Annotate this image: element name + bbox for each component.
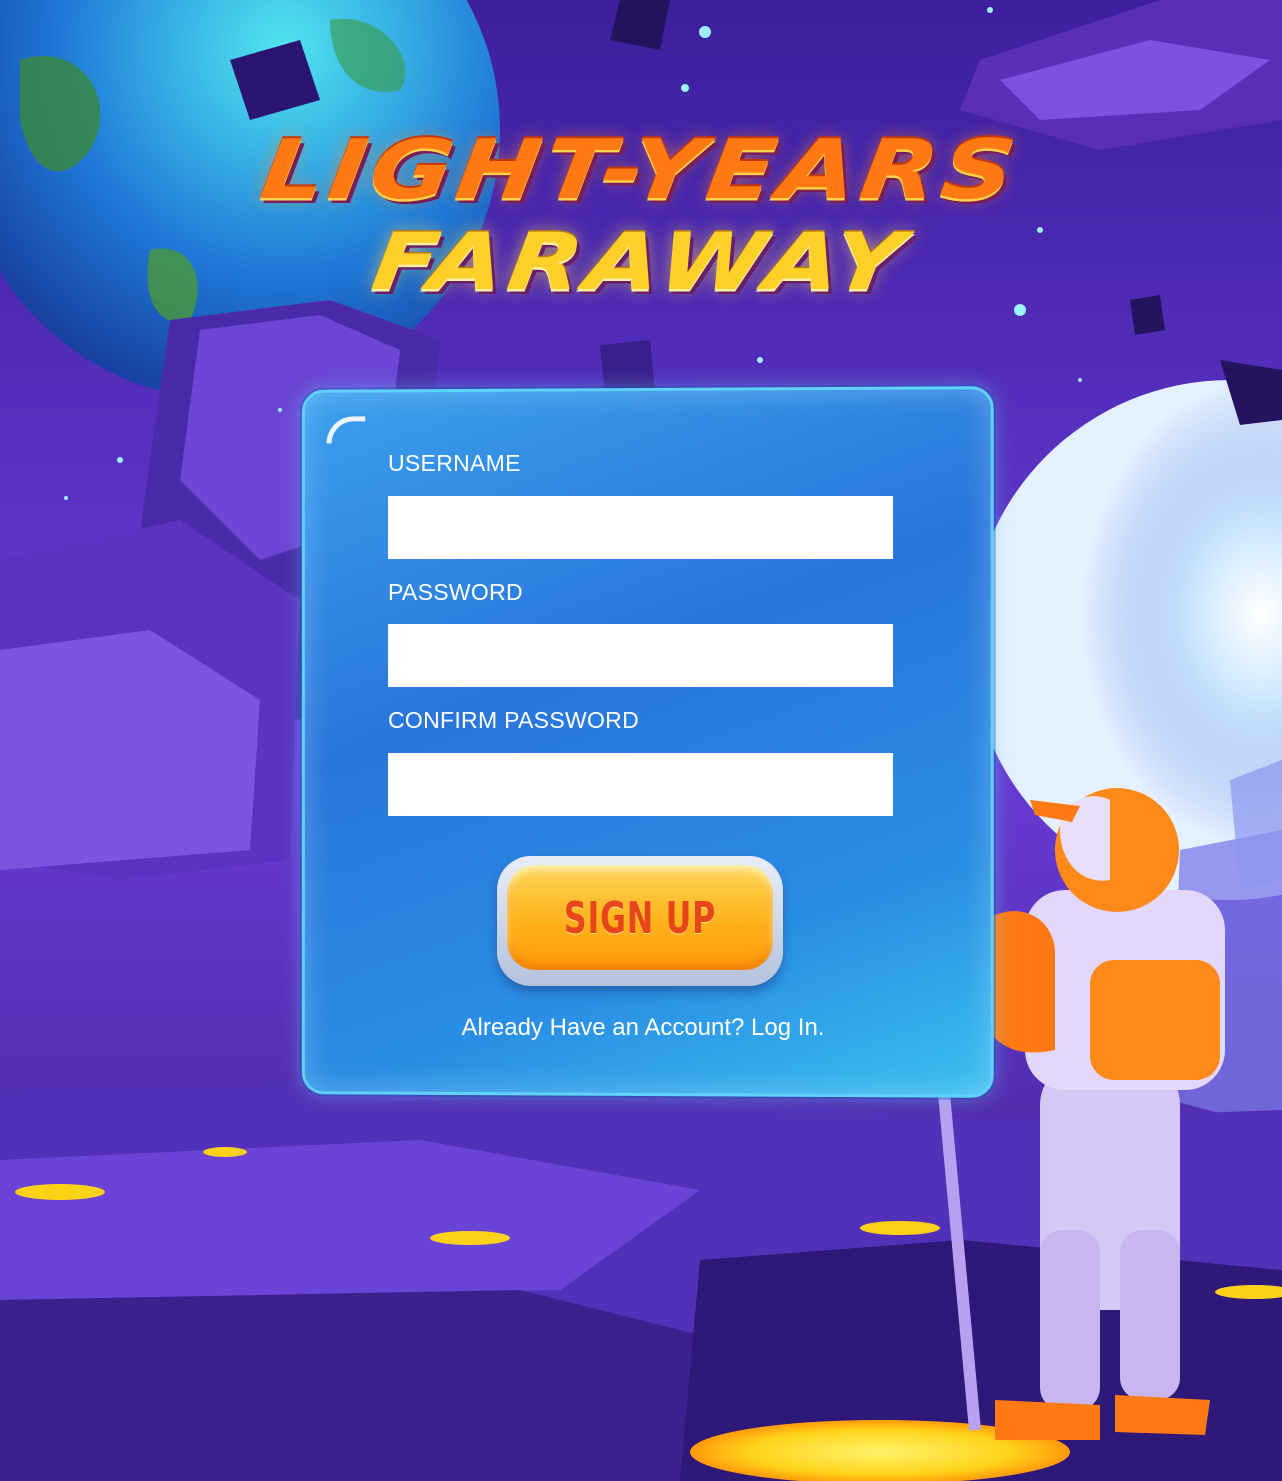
confirm-password-input[interactable] [388, 753, 893, 816]
logo-line-faraway: FARAWAY [366, 216, 914, 308]
sign-up-button[interactable]: SIGN UP [497, 856, 783, 986]
username-input[interactable] [388, 496, 893, 559]
sign-up-button-face: SIGN UP [507, 865, 773, 970]
panel-shine-decoration [326, 416, 366, 444]
logo-line-light-years: LIGHT-YEARS [255, 121, 1025, 218]
confirm-password-label: CONFIRM PASSWORD [388, 707, 639, 733]
sign-up-button-label: SIGN UP [563, 893, 717, 944]
game-logo: LIGHT-YEARS FARAWAY [80, 120, 1200, 320]
username-label: USERNAME [388, 450, 521, 476]
signup-panel [301, 386, 994, 1098]
password-label: PASSWORD [388, 579, 523, 605]
password-input[interactable] [388, 624, 893, 687]
login-link[interactable]: Already Have an Account? Log In. [300, 1014, 986, 1042]
